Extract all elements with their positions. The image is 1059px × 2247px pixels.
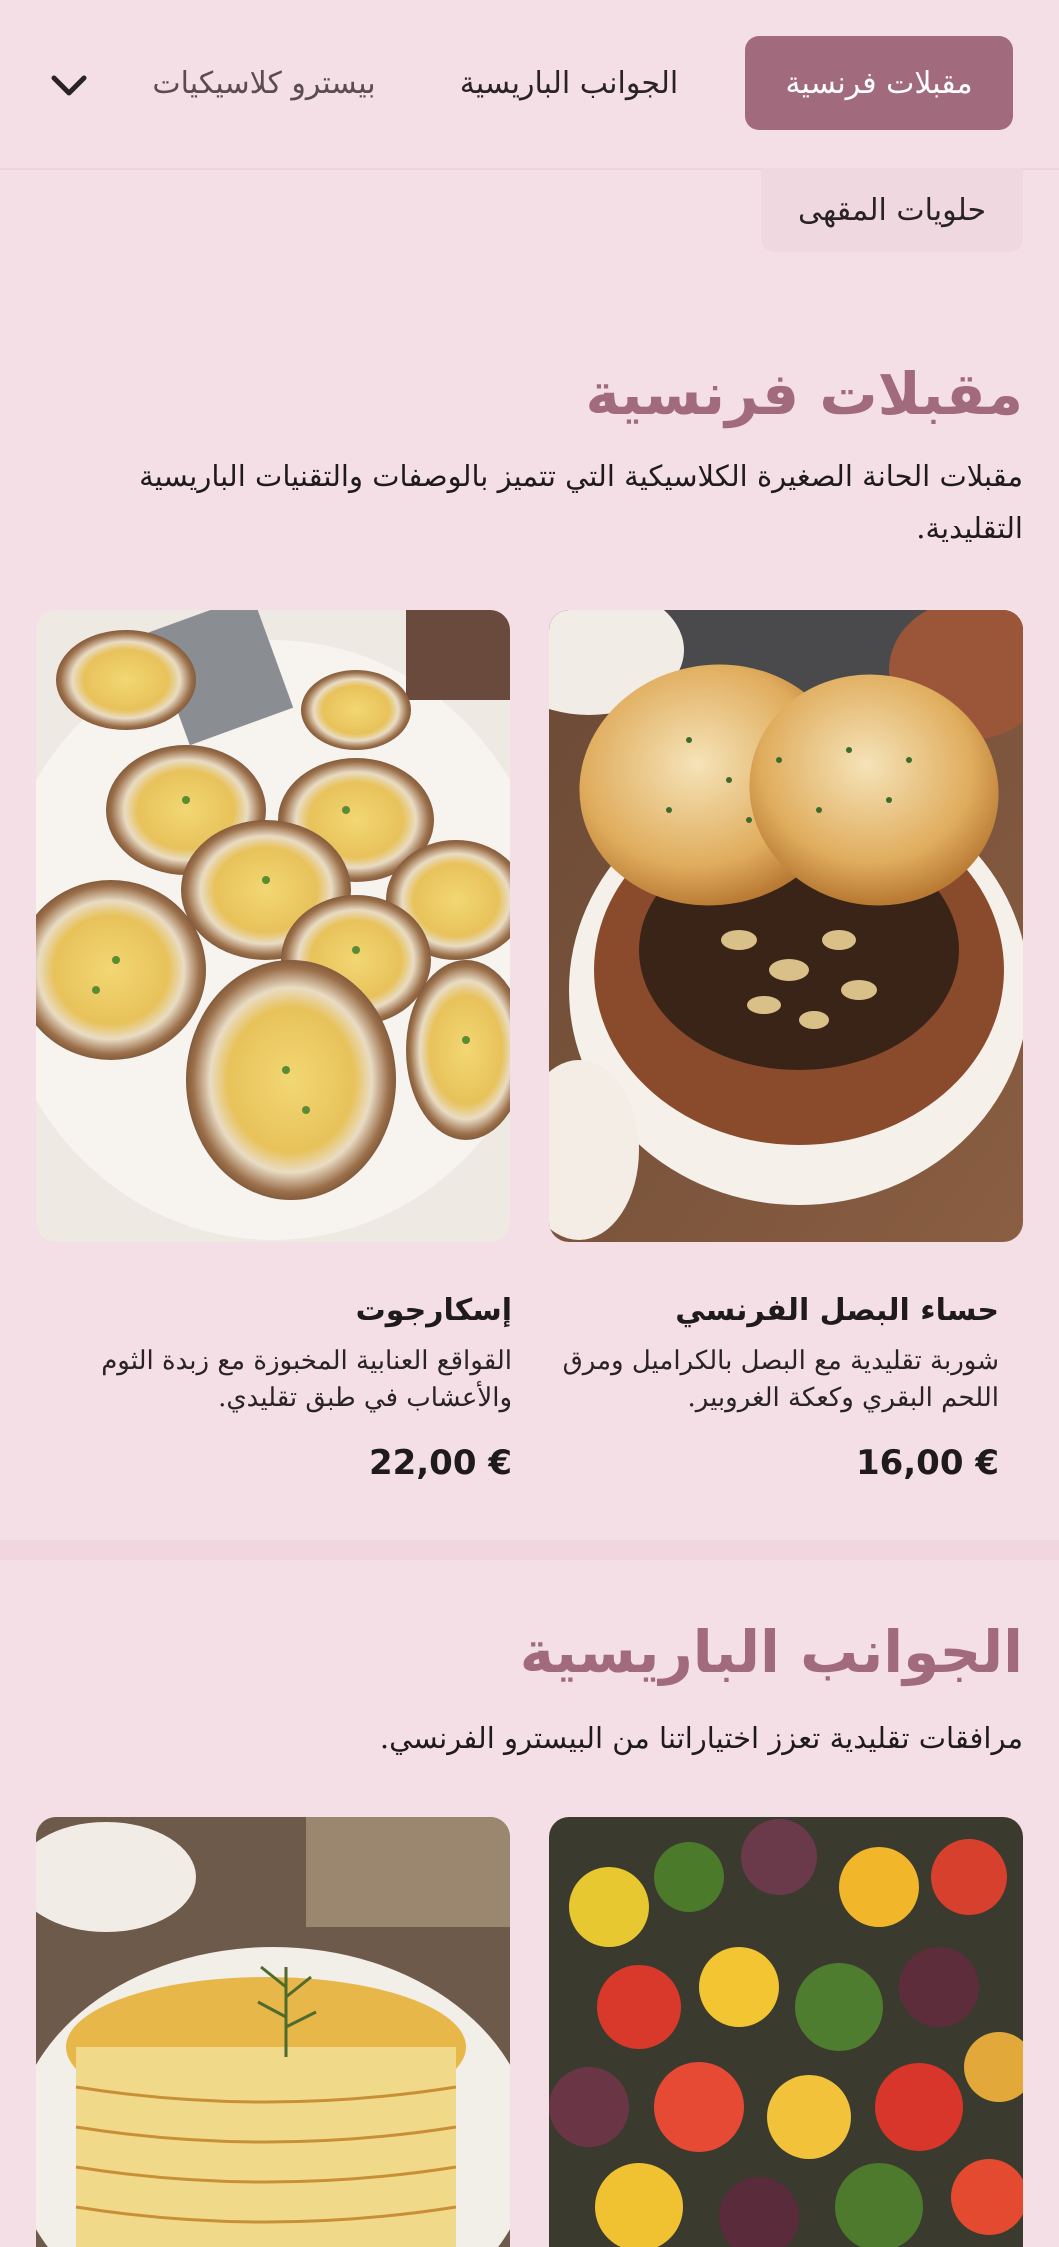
section-divider [0,1540,1059,1560]
dish-image-onion-soup[interactable] [549,610,1023,1242]
dish-description-onion-soup: شوربة تقليدية مع البصل بالكراميل ومرق ال… [562,1346,999,1413]
section-description-sides: مرافقات تقليدية تعزز اختياراتنا من البيس… [379,1721,1023,1755]
dish-name-escargot: إسكارجوت [355,1293,512,1328]
tab-french-starters[interactable]: مقبلات فرنسية [745,36,1013,130]
dish-price-escargot: 22,00 € [368,1443,512,1483]
dish-image-gratin[interactable] [36,1817,510,2247]
dish-price-onion-soup: 16,00 € [855,1443,999,1483]
dish-image-ratatouille[interactable] [549,1817,1023,2247]
section-title-sides: الجوانب الباريسية [519,1618,1023,1686]
section-description-starters: مقبلات الحانة الصغيرة الكلاسيكية التي تت… [139,459,1023,545]
chevron-down-icon[interactable] [46,62,92,108]
tab-cafe-desserts[interactable]: حلويات المقهى [761,168,1023,252]
tab-bistro-classics[interactable]: بيسترو كلاسيكيات [129,36,399,130]
section-title-starters: مقبلات فرنسية [585,360,1023,428]
dish-name-onion-soup: حساء البصل الفرنسي [675,1293,999,1328]
dish-image-escargot[interactable] [36,610,510,1242]
dish-description-escargot: القواقع العنابية المخبوزة مع زبدة الثوم … [101,1346,512,1413]
category-nav: مقبلات فرنسية الجوانب الباريسية بيسترو ك… [0,0,1059,170]
tab-parisian-sides[interactable]: الجوانب الباريسية [439,36,699,130]
